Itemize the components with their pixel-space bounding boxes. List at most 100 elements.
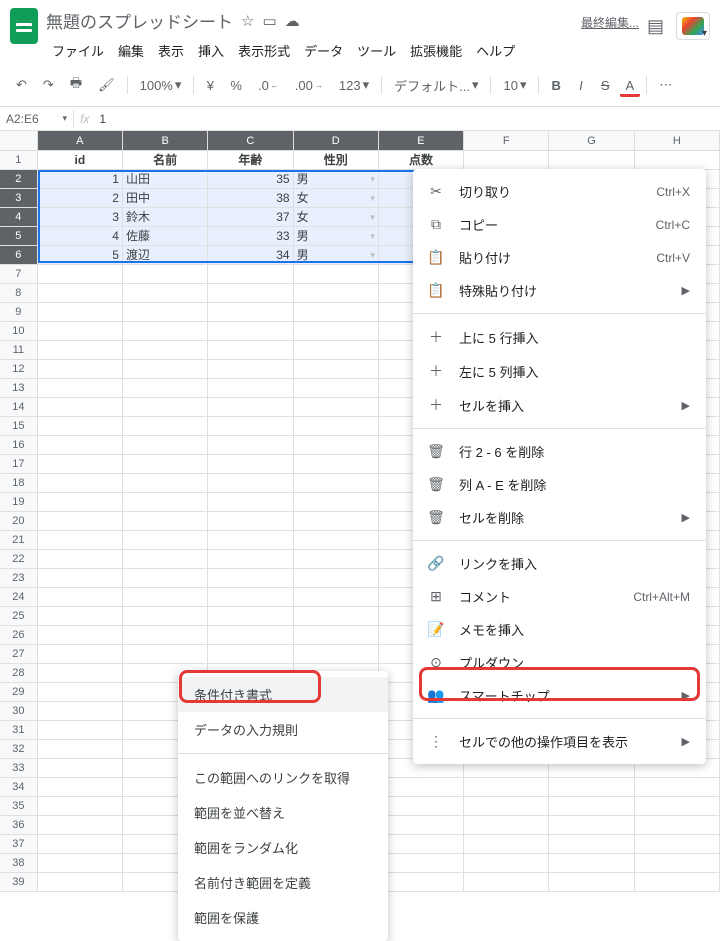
row-header[interactable]: 3 [0, 189, 38, 208]
font-select[interactable]: デフォルト... ▾ [388, 72, 484, 99]
cell[interactable] [123, 265, 208, 284]
cell[interactable] [38, 740, 123, 759]
row-header[interactable]: 23 [0, 569, 38, 588]
context-menu-item[interactable]: ＋左に 5 列挿入 [413, 354, 706, 388]
cell[interactable] [635, 835, 720, 854]
font-size-select[interactable]: 10 ▾ [497, 73, 532, 97]
row-header[interactable]: 35 [0, 797, 38, 816]
cell[interactable] [38, 474, 123, 493]
cell[interactable] [38, 607, 123, 626]
cell[interactable] [38, 493, 123, 512]
star-icon[interactable]: ☆ [241, 12, 254, 30]
cell[interactable] [123, 436, 208, 455]
cell[interactable] [208, 284, 293, 303]
cell[interactable]: 35 [208, 170, 293, 189]
cell[interactable] [635, 151, 720, 170]
comment-history-icon[interactable]: ▤ [647, 16, 664, 37]
undo-button[interactable]: ↶ [10, 73, 33, 97]
cell[interactable] [635, 816, 720, 835]
context-menu-item[interactable]: ⊞コメントCtrl+Alt+M [413, 580, 706, 613]
cell[interactable] [549, 816, 634, 835]
cell[interactable] [123, 284, 208, 303]
cell[interactable]: 名前 [123, 151, 208, 170]
cell[interactable]: 男 [294, 227, 379, 246]
more-toolbar-button[interactable]: ⋯ [653, 73, 678, 97]
menu-item[interactable]: 編集 [112, 37, 150, 64]
cell[interactable]: 佐藤 [123, 227, 208, 246]
cell[interactable] [635, 873, 720, 892]
cell[interactable] [208, 474, 293, 493]
row-header[interactable]: 1 [0, 151, 38, 170]
cell[interactable] [464, 778, 549, 797]
cell[interactable]: 性別 [294, 151, 379, 170]
row-header[interactable]: 12 [0, 360, 38, 379]
cell[interactable] [38, 417, 123, 436]
context-menu-item[interactable]: 📝メモを挿入 [413, 613, 706, 646]
cell[interactable] [379, 854, 464, 873]
cell[interactable]: 男 [294, 246, 379, 265]
cell[interactable] [549, 797, 634, 816]
context-menu-item[interactable]: ⧉コピーCtrl+C [413, 208, 706, 241]
row-header[interactable]: 29 [0, 683, 38, 702]
cell[interactable] [294, 474, 379, 493]
row-header[interactable]: 39 [0, 873, 38, 892]
cell[interactable]: 年齢 [208, 151, 293, 170]
cell[interactable]: 女 [294, 208, 379, 227]
cell[interactable] [294, 512, 379, 531]
col-header[interactable]: G [549, 131, 634, 151]
cell[interactable] [123, 455, 208, 474]
menu-item[interactable]: ファイル [46, 37, 110, 64]
cell[interactable] [294, 265, 379, 284]
row-header[interactable]: 6 [0, 246, 38, 265]
cell[interactable] [208, 493, 293, 512]
col-header[interactable]: C [208, 131, 293, 151]
cell[interactable] [38, 569, 123, 588]
cell[interactable] [38, 531, 123, 550]
context-menu-item[interactable]: ＋セルを挿入▶ [413, 388, 706, 422]
cell[interactable] [464, 816, 549, 835]
row-header[interactable]: 17 [0, 455, 38, 474]
cell[interactable] [294, 436, 379, 455]
cell[interactable] [38, 265, 123, 284]
context-menu-item[interactable]: 🗑セルを削除▶ [413, 501, 706, 534]
cell[interactable] [208, 341, 293, 360]
cell[interactable] [208, 303, 293, 322]
cell[interactable] [294, 550, 379, 569]
cell[interactable] [38, 854, 123, 873]
cell[interactable] [38, 683, 123, 702]
redo-button[interactable]: ↷ [37, 73, 60, 97]
submenu-item[interactable]: 範囲を並べ替え [178, 795, 388, 830]
strikethrough-button[interactable]: S [595, 74, 616, 97]
cell[interactable] [294, 607, 379, 626]
submenu-item[interactable]: 範囲をランダム化 [178, 830, 388, 865]
cell[interactable] [294, 569, 379, 588]
cell[interactable] [123, 645, 208, 664]
cell[interactable] [549, 151, 634, 170]
submenu-item[interactable]: 条件付き書式 [178, 677, 388, 712]
row-header[interactable]: 11 [0, 341, 38, 360]
context-menu-item[interactable]: 🗑列 A - E を削除 [413, 468, 706, 501]
row-header[interactable]: 33 [0, 759, 38, 778]
cell[interactable] [38, 778, 123, 797]
cell[interactable] [38, 626, 123, 645]
menu-item[interactable]: ヘルプ [470, 37, 521, 64]
cell[interactable] [123, 398, 208, 417]
cell[interactable]: 34 [208, 246, 293, 265]
col-header[interactable]: E [379, 131, 464, 151]
cell[interactable] [38, 379, 123, 398]
cell[interactable] [208, 607, 293, 626]
text-color-button[interactable]: A [620, 74, 641, 97]
row-header[interactable]: 31 [0, 721, 38, 740]
cell[interactable] [38, 588, 123, 607]
cell[interactable] [208, 322, 293, 341]
row-header[interactable]: 34 [0, 778, 38, 797]
cell[interactable] [208, 379, 293, 398]
cell[interactable] [38, 759, 123, 778]
cell[interactable] [294, 417, 379, 436]
context-menu-item[interactable]: ＋上に 5 行挿入 [413, 320, 706, 354]
cell[interactable] [549, 873, 634, 892]
cell[interactable] [379, 778, 464, 797]
cell[interactable] [123, 626, 208, 645]
cell[interactable] [294, 398, 379, 417]
col-header[interactable]: F [464, 131, 549, 151]
